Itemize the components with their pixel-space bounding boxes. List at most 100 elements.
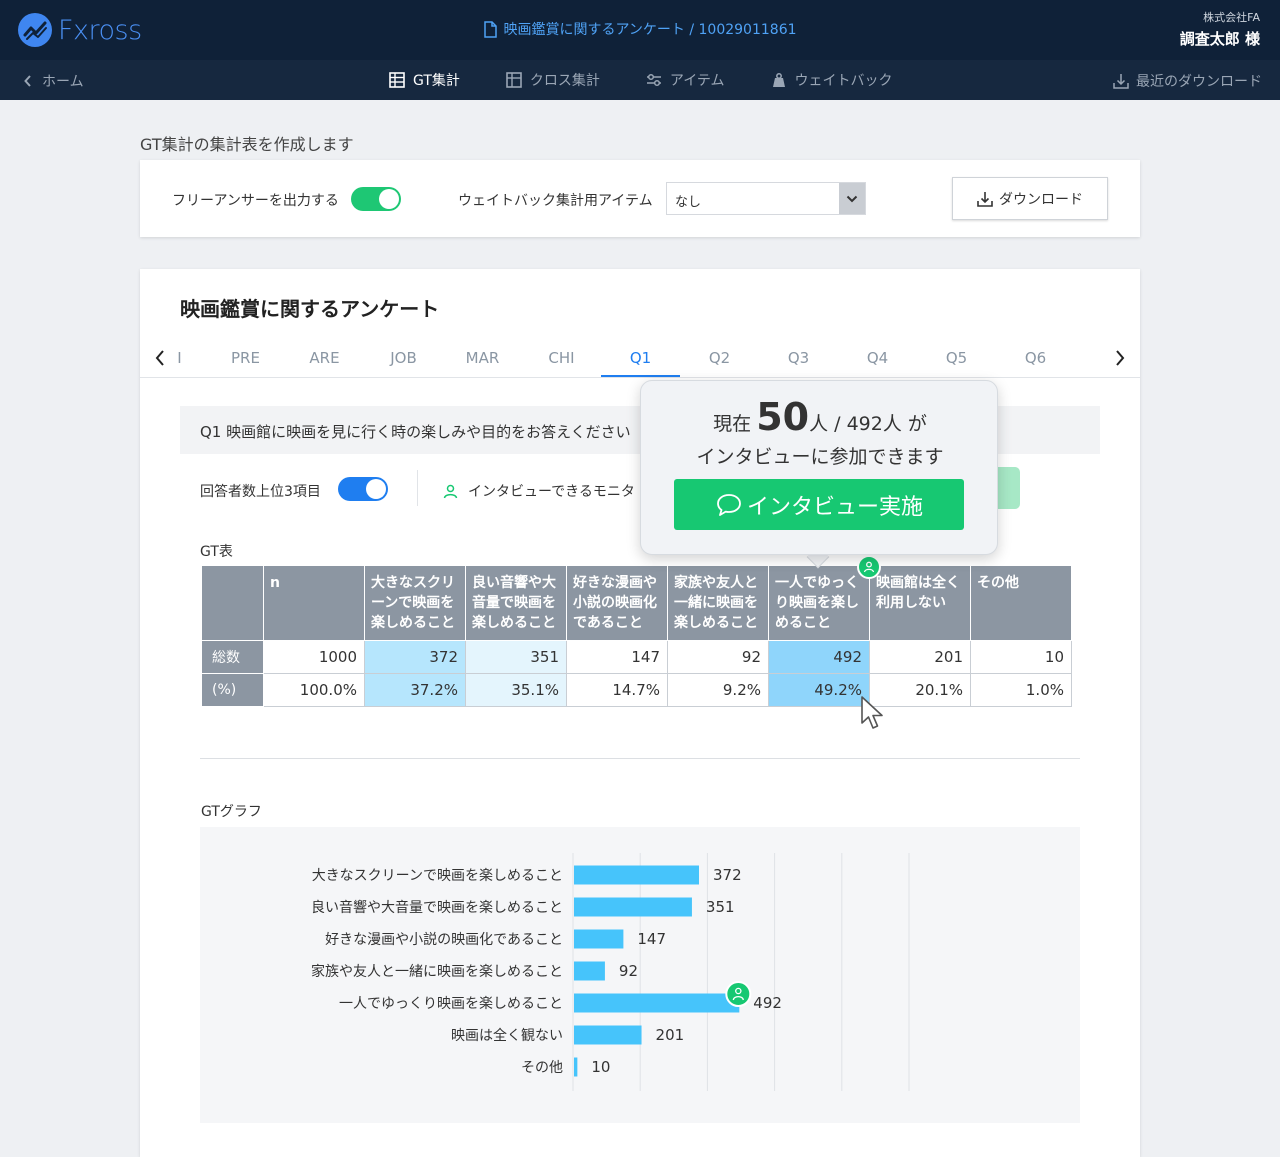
download-button[interactable]: ダウンロード bbox=[952, 177, 1108, 220]
bar[interactable] bbox=[574, 1057, 578, 1077]
column-header: その他 bbox=[970, 565, 1072, 641]
table-cell[interactable]: 372 bbox=[364, 640, 466, 674]
category-label: 家族や友人と一緒に映画を楽しめること bbox=[311, 963, 563, 980]
nav-tab-weightback[interactable]: ウェイトバック bbox=[748, 60, 916, 100]
table-cell[interactable]: 14.7% bbox=[566, 673, 668, 707]
interview-monitor-label: インタビューできるモニタ bbox=[468, 484, 635, 500]
table-cell[interactable]: 100.0% bbox=[263, 673, 365, 707]
active-tab-indicator bbox=[601, 375, 680, 377]
document-title-text: 映画鑑賞に関するアンケート / 10029011861 bbox=[503, 22, 797, 38]
question-tab[interactable]: CHI bbox=[522, 349, 601, 367]
weightback-select[interactable]: なし bbox=[666, 182, 866, 215]
category-label: 好きな漫画や小説の映画化であること bbox=[325, 932, 563, 948]
settings-card: フリーアンサーを出力する ウェイトバック集計用アイテム なし ダウンロード bbox=[140, 160, 1140, 237]
bar[interactable] bbox=[574, 993, 740, 1013]
mouse-cursor-icon bbox=[861, 696, 883, 729]
nav-home-label: ホーム bbox=[42, 74, 84, 90]
interview-popover: 現在 50人 / 492人 が インタビューに参加できます インタビュー実施 bbox=[640, 380, 998, 555]
interview-monitor-option[interactable]: インタビューできるモニタ bbox=[443, 481, 635, 501]
column-header: 映画館は全く利用しない bbox=[869, 565, 971, 641]
table-corner bbox=[201, 565, 264, 641]
interview-badge-icon[interactable] bbox=[725, 981, 752, 1007]
column-header: 一人でゆっくり映画を楽しめること bbox=[768, 565, 870, 641]
weightback-label: ウェイトバック集計用アイテム bbox=[458, 193, 653, 209]
question-tab[interactable]: Q4 bbox=[838, 349, 917, 367]
user-menu[interactable]: 株式会社FA 調査太郎 様 bbox=[1180, 9, 1260, 49]
row-header: (%) bbox=[201, 673, 264, 707]
section-title: GT集計の集計表を作成します bbox=[140, 135, 354, 154]
table-cell[interactable]: 351 bbox=[465, 640, 567, 674]
popover-message: インタビューに参加できます bbox=[696, 446, 944, 468]
interview-badge-icon[interactable] bbox=[857, 555, 881, 579]
toggle-knob bbox=[366, 479, 386, 499]
table-cell[interactable]: 49.2% bbox=[768, 673, 870, 707]
question-tab[interactable]: Q5 bbox=[917, 349, 996, 367]
question-tab[interactable]: ARE bbox=[285, 349, 364, 367]
nav-tab-items[interactable]: アイテム bbox=[623, 60, 748, 100]
bar[interactable] bbox=[574, 929, 624, 949]
question-tab[interactable]: JOB bbox=[364, 349, 443, 367]
top-header: Fxross 映画鑑賞に関するアンケート / 10029011861 株式会社F… bbox=[0, 0, 1280, 60]
row-header: 総数 bbox=[201, 640, 264, 674]
value-label: 492 bbox=[753, 994, 782, 1012]
option-divider bbox=[417, 470, 418, 506]
download-icon bbox=[977, 191, 993, 207]
question-text: Q1 映画館に映画を見に行く時の楽しみや目的をお答えください bbox=[200, 423, 631, 441]
question-tab[interactable]: PRE bbox=[206, 349, 285, 367]
table-cell[interactable]: 147 bbox=[566, 640, 668, 674]
table-cell[interactable]: 201 bbox=[869, 640, 971, 674]
user-name: 調査太郎 様 bbox=[1179, 30, 1260, 48]
nav-bar: ホーム GT集計 クロス集計 アイテム ウェイトバック 最近のダウンロード bbox=[0, 60, 1280, 100]
section-divider bbox=[200, 758, 1080, 759]
recent-downloads-label: 最近のダウンロード bbox=[1136, 74, 1262, 90]
question-tab[interactable]: MAR bbox=[443, 349, 522, 367]
interview-button-edge[interactable] bbox=[998, 467, 1020, 509]
start-interview-button[interactable]: インタビュー実施 bbox=[674, 479, 964, 530]
category-label: 良い音響や大音量で映画を楽しめること bbox=[311, 899, 563, 916]
value-label: 372 bbox=[713, 866, 742, 884]
table-cell[interactable]: 35.1% bbox=[465, 673, 567, 707]
bar[interactable] bbox=[574, 961, 605, 981]
nav-tab-cross[interactable]: クロス集計 bbox=[483, 60, 623, 100]
gt-graph: 大きなスクリーンで映画を楽しめること 372 良い音響や大音量で映画を楽しめること 3… bbox=[200, 827, 1080, 1123]
chevron-right-icon[interactable] bbox=[1114, 349, 1126, 367]
value-label: 10 bbox=[591, 1058, 610, 1076]
top3-label: 回答者数上位3項目 bbox=[200, 484, 321, 500]
question-tab[interactable]: Q2 bbox=[680, 349, 759, 367]
value-label: 147 bbox=[637, 930, 666, 948]
column-header: 大きなスクリーンで映画を楽しめること bbox=[364, 565, 466, 641]
table-cell[interactable]: 37.2% bbox=[364, 673, 466, 707]
table-cell[interactable]: 9.2% bbox=[667, 673, 769, 707]
column-header: 良い音響や大音量で映画を楽しめること bbox=[465, 565, 567, 641]
table-cell[interactable]: 492 bbox=[768, 640, 870, 674]
bar[interactable] bbox=[574, 865, 699, 885]
free-answer-label: フリーアンサーを出力する bbox=[172, 193, 339, 209]
top3-toggle[interactable] bbox=[338, 477, 388, 501]
person-icon bbox=[443, 484, 458, 498]
table-cell[interactable]: 10 bbox=[970, 640, 1072, 674]
question-tab-active[interactable]: Q1 bbox=[601, 349, 680, 367]
question-tab[interactable]: Q6 bbox=[996, 349, 1075, 367]
table-cell[interactable]: 1000 bbox=[263, 640, 365, 674]
table-row: (%) 100.0% 37.2% 35.1% 14.7% 9.2% 49.2% … bbox=[201, 673, 1072, 707]
nav-tab-gt[interactable]: GT集計 bbox=[366, 60, 483, 100]
nav-tab-label: ウェイトバック bbox=[794, 73, 893, 89]
value-label: 92 bbox=[619, 962, 638, 980]
bar[interactable] bbox=[574, 897, 692, 917]
recent-downloads-link[interactable]: 最近のダウンロード bbox=[1113, 71, 1262, 91]
bar[interactable] bbox=[574, 1025, 642, 1045]
question-tab[interactable]: Q3 bbox=[759, 349, 838, 367]
gt-bar-chart: 大きなスクリーンで映画を楽しめること 372 良い音響や大音量で映画を楽しめること 3… bbox=[311, 853, 910, 1091]
nav-home-link[interactable]: ホーム bbox=[24, 71, 84, 91]
table-cell[interactable]: 92 bbox=[667, 640, 769, 674]
table-cell[interactable]: 1.0% bbox=[970, 673, 1072, 707]
column-header: 家族や友人と一緒に映画を楽しめること bbox=[667, 565, 769, 641]
chevron-left-icon bbox=[24, 75, 31, 87]
document-title[interactable]: 映画鑑賞に関するアンケート / 10029011861 bbox=[0, 19, 1280, 39]
free-answer-toggle[interactable] bbox=[351, 187, 401, 211]
popover-prefix: 現在 bbox=[713, 413, 752, 435]
category-label: 映画は全く観ない bbox=[451, 1027, 563, 1044]
category-label: その他 bbox=[521, 1060, 563, 1076]
nav-tab-label: アイテム bbox=[669, 73, 725, 89]
popover-count-line: 現在 50人 / 492人 が bbox=[641, 395, 999, 439]
